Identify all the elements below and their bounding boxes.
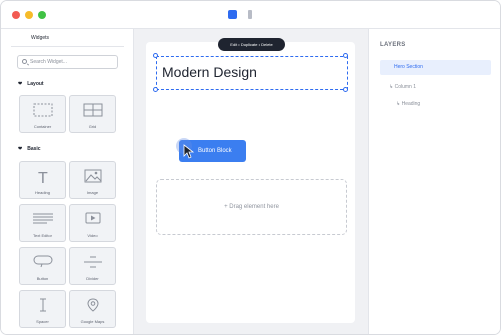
element-toolbar[interactable]: Edit • Duplicate • Delete — [218, 38, 285, 51]
heart-icon: ❤ — [18, 146, 23, 152]
button-icon — [33, 255, 52, 268]
widget-label: Divider — [86, 276, 99, 281]
video-icon — [85, 212, 100, 224]
widget-label: Google Maps — [80, 319, 105, 324]
widget-google-maps[interactable]: Google Maps — [69, 290, 116, 328]
resize-handle-top-left[interactable] — [153, 53, 158, 58]
maximize-icon[interactable] — [38, 11, 46, 19]
resize-handle-bottom-right[interactable] — [343, 87, 348, 92]
section-layout[interactable]: ❤ Layout — [18, 81, 44, 87]
minimize-icon[interactable] — [25, 11, 33, 19]
spacer-icon — [39, 298, 46, 312]
section-basic[interactable]: ❤ Basic — [18, 146, 41, 152]
section-layout-title: Layout — [27, 81, 44, 87]
widgets-panel: Widgets Search Widget... ❤ Layout Contain… — [1, 29, 134, 334]
close-icon[interactable] — [12, 11, 20, 19]
widget-label: Image — [86, 190, 99, 195]
titlebar — [1, 1, 500, 29]
widget-label: Container — [33, 124, 52, 129]
layer-hero-section[interactable]: Hero Section — [380, 60, 491, 75]
layers-title: LAYERS — [380, 42, 406, 48]
text-editor-icon — [32, 213, 53, 224]
resize-handle-bottom-left[interactable] — [153, 87, 158, 92]
container-icon — [33, 103, 52, 117]
widget-video[interactable]: Video — [69, 204, 116, 242]
heading-text[interactable]: Modern Design — [162, 64, 257, 80]
layer-heading[interactable]: ↳ Heading — [396, 101, 420, 107]
widget-divider[interactable]: Divider — [69, 247, 116, 285]
widget-image[interactable]: Image — [69, 161, 116, 199]
widget-heading[interactable]: T Heading — [19, 161, 66, 199]
widget-label: Grid — [88, 124, 97, 129]
heading-icon: T — [38, 170, 48, 185]
drop-zone[interactable]: + Drag element here — [156, 179, 347, 235]
widget-spacer[interactable]: Spacer — [19, 290, 66, 328]
grid-icon — [83, 103, 102, 117]
image-icon — [84, 169, 101, 183]
heart-icon: ❤ — [18, 81, 23, 87]
desktop-icon[interactable] — [228, 10, 237, 19]
widget-grid[interactable]: Grid — [69, 95, 116, 133]
cursor-icon — [183, 144, 194, 159]
search-input[interactable]: Search Widget... — [17, 55, 118, 69]
widget-text-editor[interactable]: Text Editor — [19, 204, 66, 242]
resize-handle-top-right[interactable] — [343, 53, 348, 58]
layer-column-1[interactable]: ↳ Column 1 — [389, 84, 416, 90]
svg-text:T: T — [38, 170, 48, 185]
search-icon — [22, 59, 27, 64]
map-pin-icon — [86, 298, 99, 312]
widget-label: Text Editor — [33, 233, 52, 238]
section-basic-title: Basic — [27, 146, 41, 152]
tab-divider — [11, 46, 124, 47]
tab-widgets[interactable]: Widgets — [23, 33, 57, 47]
widget-label: Heading — [35, 190, 50, 195]
widget-button[interactable]: Button — [19, 247, 66, 285]
widget-label: Spacer — [36, 319, 49, 324]
widget-container[interactable]: Container — [19, 95, 66, 133]
widget-label: Button — [36, 276, 49, 281]
app-window: Widgets Search Widget... ❤ Layout Contain… — [0, 0, 501, 335]
divider-icon — [83, 256, 102, 268]
tablet-icon[interactable] — [248, 10, 252, 19]
widget-label: Video — [87, 233, 98, 238]
layers-panel: LAYERS Hero Section ↳ Column 1 ↳ Heading — [368, 29, 500, 334]
search-placeholder: Search Widget... — [30, 59, 67, 65]
